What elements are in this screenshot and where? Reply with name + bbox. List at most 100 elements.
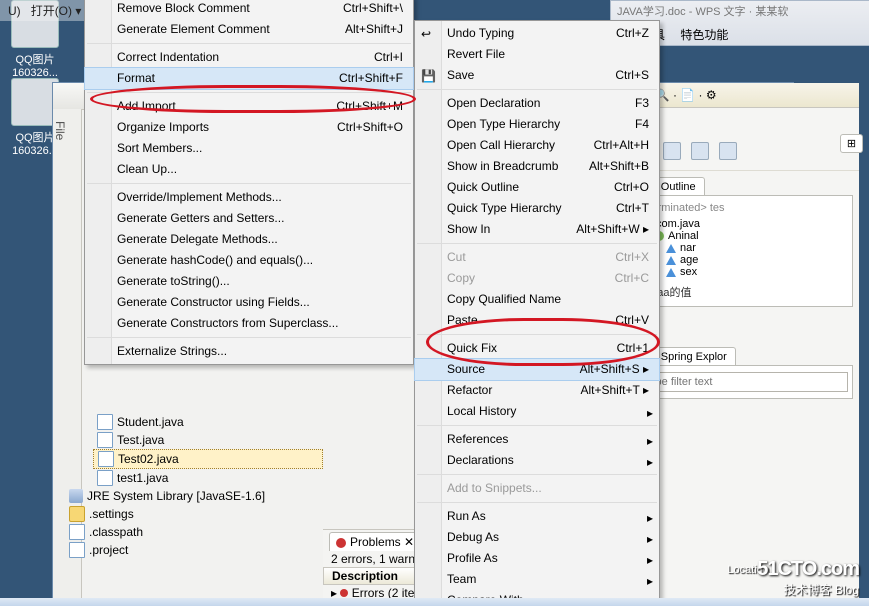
menu-shortcut: Alt+Shift+B <box>589 159 649 174</box>
menu-item-label: Run As <box>447 509 486 523</box>
folder-icon <box>69 506 85 522</box>
menu-item[interactable]: FormatCtrl+Shift+F <box>85 68 413 89</box>
field-icon <box>666 244 676 253</box>
menu-item[interactable]: Team▸ <box>415 569 659 590</box>
tool-icon[interactable] <box>663 142 681 160</box>
menu-item[interactable]: Organize ImportsCtrl+Shift+O <box>85 117 413 138</box>
tool-icon[interactable] <box>691 142 709 160</box>
menu-item: CopyCtrl+C <box>415 268 659 289</box>
menu-item[interactable]: Generate Element CommentAlt+Shift+J <box>85 19 413 40</box>
menu-item[interactable]: Generate hashCode() and equals()... <box>85 250 413 271</box>
problems-tab[interactable]: Problems ✕ <box>329 532 421 551</box>
menu-item[interactable]: Generate toString()... <box>85 271 413 292</box>
menu-item[interactable]: Profile As▸ <box>415 548 659 569</box>
menu-item[interactable]: Open Call HierarchyCtrl+Alt+H <box>415 135 659 156</box>
menu-item[interactable]: Clean Up... <box>85 159 413 180</box>
menu-item-label: Correct Indentation <box>117 50 219 64</box>
menu-item[interactable]: Debug As▸ <box>415 527 659 548</box>
watermark-big: 51CTO.com <box>757 558 859 581</box>
menu-shortcut: Ctrl+Shift+F <box>339 71 403 86</box>
menu-item[interactable]: References▸ <box>415 429 659 450</box>
ribbon-tab[interactable]: 特色功能 <box>680 28 728 42</box>
menu-separator <box>87 337 411 338</box>
menu-item-label: Open Call Hierarchy <box>447 138 555 152</box>
editor-context-menu[interactable]: Undo TypingCtrl+Z↩ Revert File SaveCtrl+S💾… <box>414 20 660 606</box>
java-file-icon <box>97 414 113 430</box>
menu-item[interactable]: Quick Type HierarchyCtrl+T <box>415 198 659 219</box>
java-file-selected[interactable]: Test02.java <box>93 449 323 469</box>
side-tab-label[interactable]: File <box>53 109 67 140</box>
outline-field[interactable]: nar <box>642 242 846 254</box>
dotfile[interactable]: .classpath <box>65 523 323 541</box>
menu-separator <box>87 92 411 93</box>
menu-item[interactable]: Run As▸ <box>415 506 659 527</box>
outline-field[interactable]: age <box>642 254 846 266</box>
spring-explorer-view[interactable]: 🍃 Spring Explor <box>635 347 853 399</box>
tool-icon[interactable] <box>719 142 737 160</box>
file-label: Test02.java <box>118 451 179 467</box>
java-file[interactable]: test1.java <box>93 469 323 487</box>
console-output: 8.5aa的值 <box>642 284 846 300</box>
outline-view[interactable]: 📋 Outline <terminated> tes com.java Anin… <box>635 177 853 307</box>
submenu-arrow-icon: ▸ <box>647 574 653 589</box>
menu-item[interactable]: 打开(O) <box>31 4 72 18</box>
menu-item[interactable]: Generate Delegate Methods... <box>85 229 413 250</box>
menu-item[interactable]: Generate Constructors from Superclass... <box>85 313 413 334</box>
library-icon <box>69 489 83 503</box>
menu-item[interactable]: Remove Block CommentCtrl+Shift+\ <box>85 0 413 19</box>
open-perspective-button[interactable]: ⊞ <box>840 134 863 153</box>
menu-item[interactable]: Add ImportCtrl+Shift+M <box>85 96 413 117</box>
menubar-fragment[interactable]: U) 打开(O) ▾ <box>0 0 89 21</box>
menu-item-label: Override/Implement Methods... <box>117 190 282 204</box>
outline-package[interactable]: com.java <box>642 218 846 230</box>
outline-class[interactable]: Aninal <box>642 230 846 242</box>
menu-item[interactable]: Generate Constructor using Fields... <box>85 292 413 313</box>
menu-item[interactable]: Correct Indentation Ctrl+I <box>85 47 413 68</box>
menu-shortcut: Ctrl+I <box>374 50 403 65</box>
menu-item[interactable]: Generate Getters and Setters... <box>85 208 413 229</box>
menu-shortcut: Ctrl+S <box>615 68 649 83</box>
folder[interactable]: .settings <box>65 505 323 523</box>
menu-shortcut: Ctrl+T <box>616 201 649 216</box>
menu-item[interactable]: Undo TypingCtrl+Z↩ <box>415 23 659 44</box>
menu-item-label: Copy Qualified Name <box>447 292 561 306</box>
menu-item[interactable]: Quick FixCtrl+1 <box>415 338 659 359</box>
dotfile[interactable]: .project <box>65 541 323 559</box>
menu-item[interactable]: Revert File <box>415 44 659 65</box>
menu-item[interactable]: Open DeclarationF3 <box>415 93 659 114</box>
java-file[interactable]: Test.java <box>93 431 323 449</box>
jre-library[interactable]: JRE System Library [JavaSE-1.6] <box>65 487 323 505</box>
menu-item[interactable]: Override/Implement Methods... <box>85 187 413 208</box>
menu-separator <box>417 502 657 503</box>
menu-item[interactable]: SourceAlt+Shift+S ▸ <box>415 359 659 380</box>
file-label: .classpath <box>89 524 143 540</box>
menu-item[interactable]: Externalize Strings... <box>85 341 413 362</box>
menu-item[interactable]: SaveCtrl+S💾 <box>415 65 659 86</box>
menu-item[interactable]: Show in BreadcrumbAlt+Shift+B <box>415 156 659 177</box>
outline-field[interactable]: sex <box>642 266 846 278</box>
source-submenu[interactable]: Remove Block CommentCtrl+Shift+\Generate… <box>84 0 414 365</box>
java-file[interactable]: Student.java <box>93 413 323 431</box>
menu-item-label: Revert File <box>447 47 505 61</box>
menu-item[interactable]: RefactorAlt+Shift+T ▸ <box>415 380 659 401</box>
right-panel: ≡ · 🔍 · 📄 · ⚙ ⊞ ☕Java 📋 Outline <termina… <box>628 83 859 606</box>
menu-shortcut: Alt+Shift+T ▸ <box>580 383 649 398</box>
file-label: test1.java <box>117 470 168 486</box>
taskbar[interactable] <box>0 598 869 606</box>
menu-item[interactable]: Local History▸ <box>415 401 659 422</box>
menu-item[interactable]: Show InAlt+Shift+W ▸ <box>415 219 659 240</box>
menu-item[interactable]: Copy Qualified Name <box>415 289 659 310</box>
perspective-switcher[interactable]: ⊞ ☕Java <box>840 131 869 155</box>
menu-item[interactable]: PasteCtrl+V <box>415 310 659 331</box>
menu-item: Add to Snippets... <box>415 478 659 499</box>
menu-item-label: Debug As <box>447 530 499 544</box>
menu-item[interactable]: Declarations▸ <box>415 450 659 471</box>
menu-item-label: Generate toString()... <box>117 274 230 288</box>
menu-item[interactable]: Open Type HierarchyF4 <box>415 114 659 135</box>
menu-item[interactable]: Sort Members... <box>85 138 413 159</box>
menu-item[interactable]: U) <box>8 4 21 18</box>
menu-shortcut: Ctrl+O <box>614 180 649 195</box>
desktop: QQ图片 160326... QQ图片 160326... JAVA学习.doc… <box>0 0 869 606</box>
filter-input[interactable] <box>642 372 848 392</box>
menu-item[interactable]: Quick OutlineCtrl+O <box>415 177 659 198</box>
